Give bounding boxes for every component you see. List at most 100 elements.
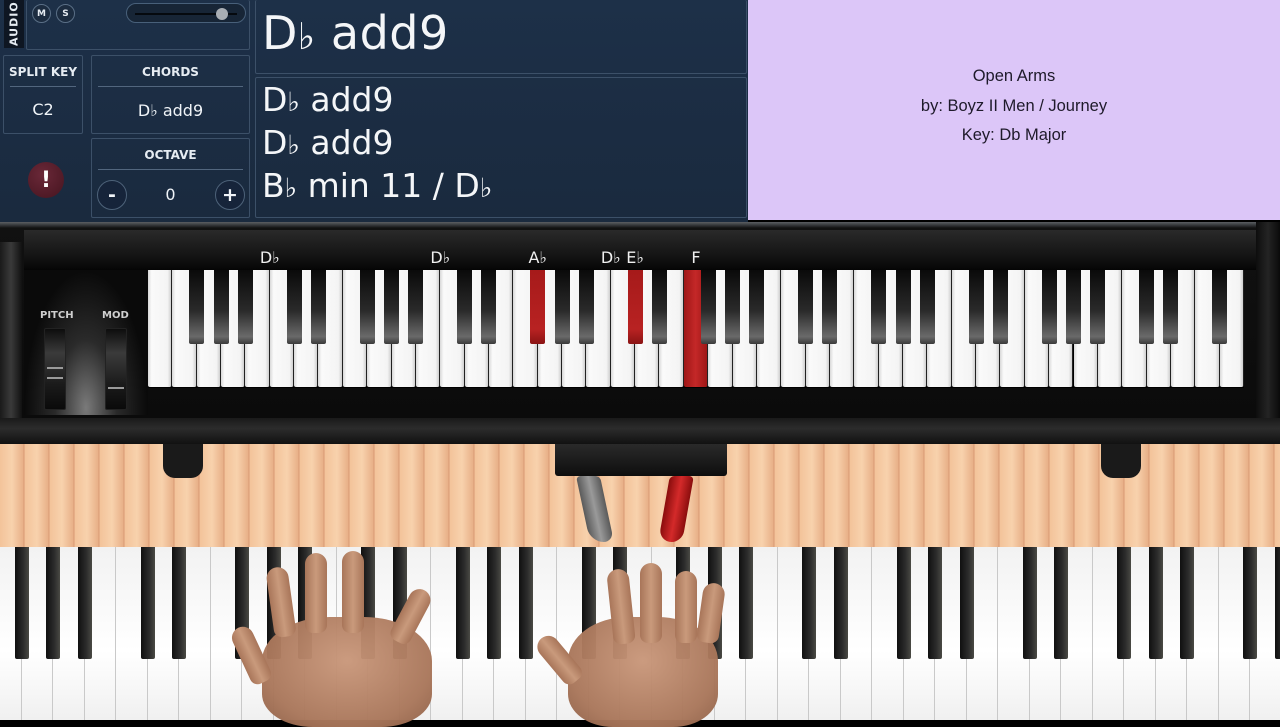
piano-side-left — [0, 242, 22, 422]
black-key[interactable] — [214, 270, 229, 344]
finger — [640, 563, 662, 643]
mod-label: MOD — [102, 310, 129, 321]
flat-symbol: ♭ — [287, 87, 299, 118]
camera-black-key — [1275, 547, 1280, 659]
camera-black-key — [1023, 547, 1037, 659]
chords-box: CHORDS D♭ add9 — [91, 55, 250, 134]
black-key[interactable] — [238, 270, 253, 344]
song-artist: by: Boyz II Men / Journey — [748, 97, 1280, 116]
control-panel: AUDIO M S SPLIT KEY C2 CHORDS D♭ add9 ! … — [0, 0, 748, 222]
black-key[interactable] — [1139, 270, 1154, 344]
camera-black-key — [78, 547, 92, 659]
divider — [98, 86, 243, 87]
black-key[interactable] — [628, 270, 643, 344]
camera-black-key — [1149, 547, 1163, 659]
note-label: D♭ — [260, 248, 280, 267]
chord-quality: add9 — [300, 80, 394, 119]
camera-black-key — [802, 547, 816, 659]
black-key[interactable] — [1042, 270, 1057, 344]
split-key-value[interactable]: C2 — [4, 100, 82, 119]
black-key[interactable] — [969, 270, 984, 344]
sustain-pedal[interactable] — [658, 476, 694, 542]
wheels-panel: PITCH MOD — [24, 270, 148, 415]
note-label: A♭ — [528, 248, 547, 267]
flat-symbol: ♭ — [298, 15, 316, 58]
black-key[interactable] — [384, 270, 399, 344]
chord-history-item: D♭ add9 — [262, 123, 393, 162]
flat-symbol: ♭ — [285, 173, 297, 204]
song-info-panel: Open Arms by: Boyz II Men / Journey Key:… — [748, 0, 1280, 220]
black-key[interactable] — [189, 270, 204, 344]
camera-black-key — [1117, 547, 1131, 659]
black-key[interactable] — [920, 270, 935, 344]
black-key[interactable] — [408, 270, 423, 344]
floor — [0, 444, 1280, 547]
camera-black-key — [172, 547, 186, 659]
camera-black-key — [1054, 547, 1068, 659]
black-key[interactable] — [896, 270, 911, 344]
black-key[interactable] — [311, 270, 326, 344]
volume-slider[interactable] — [126, 3, 246, 23]
divider — [10, 86, 76, 87]
black-key[interactable] — [822, 270, 837, 344]
black-key[interactable] — [1066, 270, 1081, 344]
pitch-label: PITCH — [40, 310, 74, 321]
finger — [305, 553, 327, 633]
chord-quality: add9 — [300, 123, 394, 162]
split-key-label: SPLIT KEY — [4, 65, 82, 79]
black-key[interactable] — [287, 270, 302, 344]
octave-label: OCTAVE — [92, 148, 249, 162]
black-key[interactable] — [1090, 270, 1105, 344]
chord-quality: min 11 / D — [297, 166, 480, 205]
pitch-wheel[interactable] — [44, 328, 66, 410]
chord-root: B — [262, 166, 285, 205]
chord-root: D — [262, 6, 298, 60]
camera-black-key — [487, 547, 501, 659]
finger — [342, 551, 364, 633]
flat-symbol: ♭ — [480, 173, 492, 204]
black-key[interactable] — [530, 270, 545, 344]
audio-tab[interactable]: AUDIO — [4, 0, 24, 48]
black-key[interactable] — [360, 270, 375, 344]
note-label: D♭ — [601, 248, 621, 267]
black-key[interactable] — [1212, 270, 1227, 344]
black-key[interactable] — [749, 270, 764, 344]
black-key[interactable] — [798, 270, 813, 344]
black-key[interactable] — [481, 270, 496, 344]
pitch-wheel-mark — [47, 377, 63, 379]
piano-leg — [163, 444, 203, 478]
alert-icon[interactable]: ! — [28, 162, 64, 198]
black-key[interactable] — [725, 270, 740, 344]
virtual-piano: D♭D♭A♭D♭E♭F PITCH MOD — [0, 222, 1280, 444]
camera-piano-view — [0, 547, 1280, 720]
camera-black-key — [456, 547, 470, 659]
black-key[interactable] — [457, 270, 472, 344]
octave-increment-button[interactable]: + — [215, 180, 245, 210]
virtual-keyboard — [148, 270, 1244, 388]
mod-wheel[interactable] — [105, 328, 127, 410]
black-key[interactable] — [579, 270, 594, 344]
divider — [98, 169, 243, 170]
song-title: Open Arms — [748, 67, 1280, 86]
white-key[interactable] — [148, 270, 172, 387]
note-label: F — [691, 248, 700, 267]
chord-history-item: D♭ add9 — [262, 80, 393, 119]
camera-black-key — [834, 547, 848, 659]
black-key[interactable] — [993, 270, 1008, 344]
volume-slider-knob[interactable] — [216, 8, 228, 20]
camera-black-key — [1243, 547, 1257, 659]
camera-black-key — [960, 547, 974, 659]
black-key[interactable] — [652, 270, 667, 344]
piano-leg — [1101, 444, 1141, 478]
chords-value[interactable]: D♭ add9 — [92, 101, 249, 120]
pitch-wheel-mark — [47, 367, 63, 369]
camera-black-key — [1180, 547, 1194, 659]
song-key: Key: Db Major — [748, 126, 1280, 145]
black-key[interactable] — [871, 270, 886, 344]
black-key[interactable] — [555, 270, 570, 344]
black-key[interactable] — [1163, 270, 1178, 344]
soft-pedal[interactable] — [576, 476, 614, 542]
black-key[interactable] — [701, 270, 716, 344]
octave-box: OCTAVE - 0 + — [91, 138, 250, 218]
note-label: D♭ — [430, 248, 450, 267]
